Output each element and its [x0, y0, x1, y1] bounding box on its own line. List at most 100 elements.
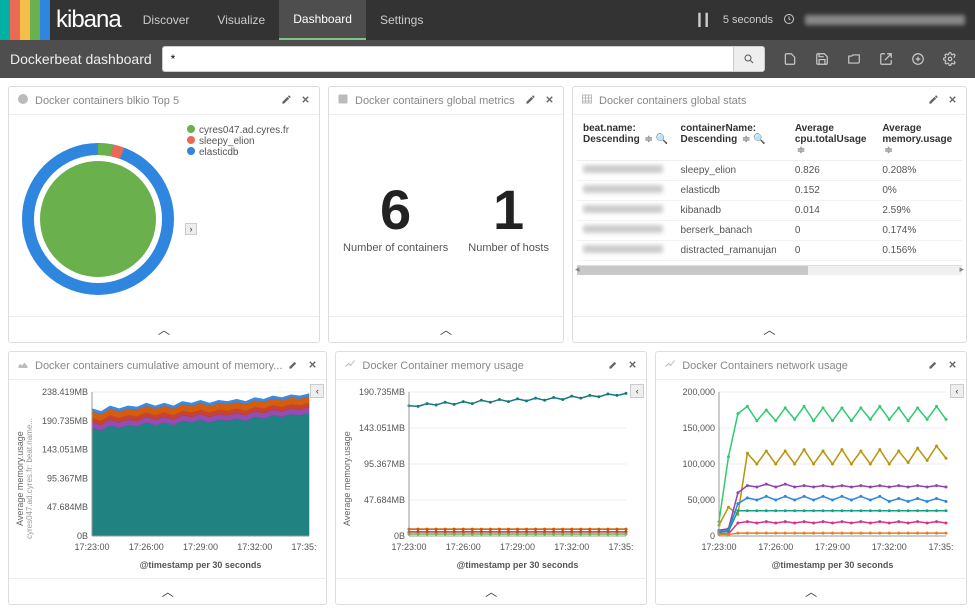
- edit-icon[interactable]: [928, 94, 939, 108]
- timerange-blurred: [805, 15, 965, 25]
- edit-icon[interactable]: [288, 359, 299, 373]
- svg-text:0: 0: [710, 531, 715, 541]
- edit-icon[interactable]: [281, 94, 292, 108]
- edit-icon[interactable]: [928, 359, 939, 373]
- svg-text:17:35:00: 17:35:00: [609, 542, 635, 552]
- gear-icon[interactable]: [943, 52, 957, 66]
- new-icon[interactable]: [783, 52, 797, 66]
- svg-text:17:35:00: 17:35:00: [929, 542, 955, 552]
- chevron-up-icon[interactable]: ︿: [763, 321, 775, 338]
- metric-label: Number of hosts: [468, 242, 549, 254]
- pause-icon[interactable]: ▎▎: [698, 13, 712, 27]
- svg-text:47.684MB: 47.684MB: [47, 502, 88, 512]
- svg-text:95.367MB: 95.367MB: [47, 473, 88, 483]
- table-row[interactable]: kibanadb0.0142.59%: [577, 201, 962, 221]
- svg-text:@timestamp per 30 seconds: @timestamp per 30 seconds: [772, 560, 894, 570]
- svg-text:190.735MB: 190.735MB: [359, 387, 405, 397]
- logo[interactable]: kibana: [0, 0, 129, 40]
- metric-value: 6: [343, 177, 448, 242]
- pie-icon: [17, 93, 29, 108]
- col-mem[interactable]: Average memory.usage≑: [876, 119, 962, 161]
- search-icon[interactable]: 🔍: [753, 134, 765, 145]
- search-icon[interactable]: 🔍: [656, 134, 668, 145]
- topbar: kibana Discover Visualize Dashboard Sett…: [0, 0, 975, 40]
- chevron-up-icon[interactable]: ︿: [162, 583, 174, 600]
- chevron-up-icon[interactable]: ︿: [485, 583, 497, 600]
- close-icon[interactable]: [307, 359, 318, 373]
- sort-icon: ≑: [644, 134, 652, 145]
- svg-text:0B: 0B: [394, 531, 405, 541]
- nav-discover[interactable]: Discover: [129, 0, 204, 40]
- area-chart: 0B47.684MB95.367MB143.051MB190.735MB238.…: [37, 384, 317, 574]
- clock-icon[interactable]: [783, 13, 795, 28]
- legend-collapse-icon[interactable]: ‹: [630, 384, 644, 398]
- panel-title: Docker Container memory usage: [362, 360, 602, 372]
- open-icon[interactable]: [847, 52, 861, 66]
- logo-text: kibana: [56, 6, 121, 34]
- metric-label: Number of containers: [343, 242, 448, 254]
- panel-mem-usage: Docker Container memory usage ‹ Average …: [335, 351, 647, 605]
- stats-table: beat.name: Descending ≑ 🔍 containerName:…: [577, 119, 962, 261]
- edit-icon[interactable]: [525, 94, 536, 108]
- svg-text:150,000: 150,000: [683, 423, 716, 433]
- svg-text:50,000: 50,000: [688, 495, 716, 505]
- svg-text:17:23:00: 17:23:00: [392, 542, 427, 552]
- panel-blkio: Docker containers blkio Top 5 ›: [8, 86, 320, 343]
- chevron-up-icon[interactable]: ︿: [440, 321, 452, 338]
- search-button[interactable]: [733, 46, 765, 72]
- close-icon[interactable]: [300, 94, 311, 108]
- panel-mem-cumulative: Docker containers cumulative amount of m…: [8, 351, 327, 605]
- table-row[interactable]: elasticdb0.1520%: [577, 181, 962, 201]
- sort-icon: ≑: [884, 145, 892, 156]
- svg-text:17:29:00: 17:29:00: [500, 542, 535, 552]
- table-row[interactable]: berserk_banach00.174%: [577, 221, 962, 241]
- nav-dashboard[interactable]: Dashboard: [279, 0, 366, 40]
- svg-text:200,000: 200,000: [683, 387, 716, 397]
- close-icon[interactable]: [947, 94, 958, 108]
- close-icon[interactable]: [544, 94, 555, 108]
- table-row[interactable]: sleepy_elion0.8260.208%: [577, 161, 962, 181]
- panel-title: Docker containers global stats: [599, 95, 922, 107]
- search-icon: [743, 53, 755, 65]
- table-row[interactable]: distracted_ramanujan00.156%: [577, 241, 962, 261]
- legend-collapse-icon[interactable]: ‹: [310, 384, 324, 398]
- share-icon[interactable]: [879, 52, 893, 66]
- svg-text:17:29:00: 17:29:00: [183, 542, 218, 552]
- legend-item[interactable]: cyres047.ad.cyres.fr: [187, 125, 311, 136]
- close-icon[interactable]: [627, 359, 638, 373]
- nav-settings[interactable]: Settings: [366, 0, 437, 40]
- legend-collapse-icon[interactable]: ›: [185, 223, 197, 235]
- chevron-up-icon[interactable]: ︿: [158, 321, 170, 338]
- scrollbar-thumb[interactable]: [577, 266, 808, 275]
- legend-collapse-icon[interactable]: ‹: [950, 384, 964, 398]
- metric-hosts: 1 Number of hosts: [468, 177, 549, 254]
- metric-value: 1: [468, 177, 549, 242]
- legend: cyres047.ad.cyres.fr sleepy_elion elasti…: [183, 119, 315, 312]
- line-chart: 0B47.684MB95.367MB143.051MB190.735MB17:2…: [354, 384, 634, 574]
- svg-text:@timestamp per 30 seconds: @timestamp per 30 seconds: [457, 560, 579, 570]
- legend-item[interactable]: sleepy_elion: [187, 136, 311, 147]
- nav-visualize[interactable]: Visualize: [203, 0, 279, 40]
- add-icon[interactable]: [911, 52, 925, 66]
- col-container[interactable]: containerName: Descending ≑ 🔍: [675, 119, 789, 161]
- col-beat[interactable]: beat.name: Descending ≑ 🔍: [577, 119, 675, 161]
- panel-title: Docker containers global metrics: [355, 95, 519, 107]
- svg-text:143.051MB: 143.051MB: [359, 423, 405, 433]
- save-icon[interactable]: [815, 52, 829, 66]
- horizontal-scrollbar[interactable]: ◂ ▸: [577, 265, 962, 275]
- panel-metrics: Docker containers global metrics 6 Numbe…: [328, 86, 564, 343]
- refresh-interval[interactable]: 5 seconds: [723, 14, 773, 26]
- search-wrap: [162, 46, 765, 72]
- legend-item[interactable]: elasticdb: [187, 147, 311, 158]
- svg-text:143.051MB: 143.051MB: [42, 445, 88, 455]
- svg-text:@timestamp per 30 seconds: @timestamp per 30 seconds: [140, 560, 262, 570]
- svg-text:17:26:00: 17:26:00: [446, 542, 481, 552]
- edit-icon[interactable]: [608, 359, 619, 373]
- svg-text:95.367MB: 95.367MB: [364, 459, 405, 469]
- svg-text:17:23:00: 17:23:00: [74, 542, 109, 552]
- search-input[interactable]: [162, 46, 733, 72]
- chevron-up-icon[interactable]: ︿: [805, 583, 817, 600]
- col-cpu[interactable]: Average cpu.totalUsage≑: [789, 119, 877, 161]
- close-icon[interactable]: [947, 359, 958, 373]
- svg-text:190.735MB: 190.735MB: [42, 416, 88, 426]
